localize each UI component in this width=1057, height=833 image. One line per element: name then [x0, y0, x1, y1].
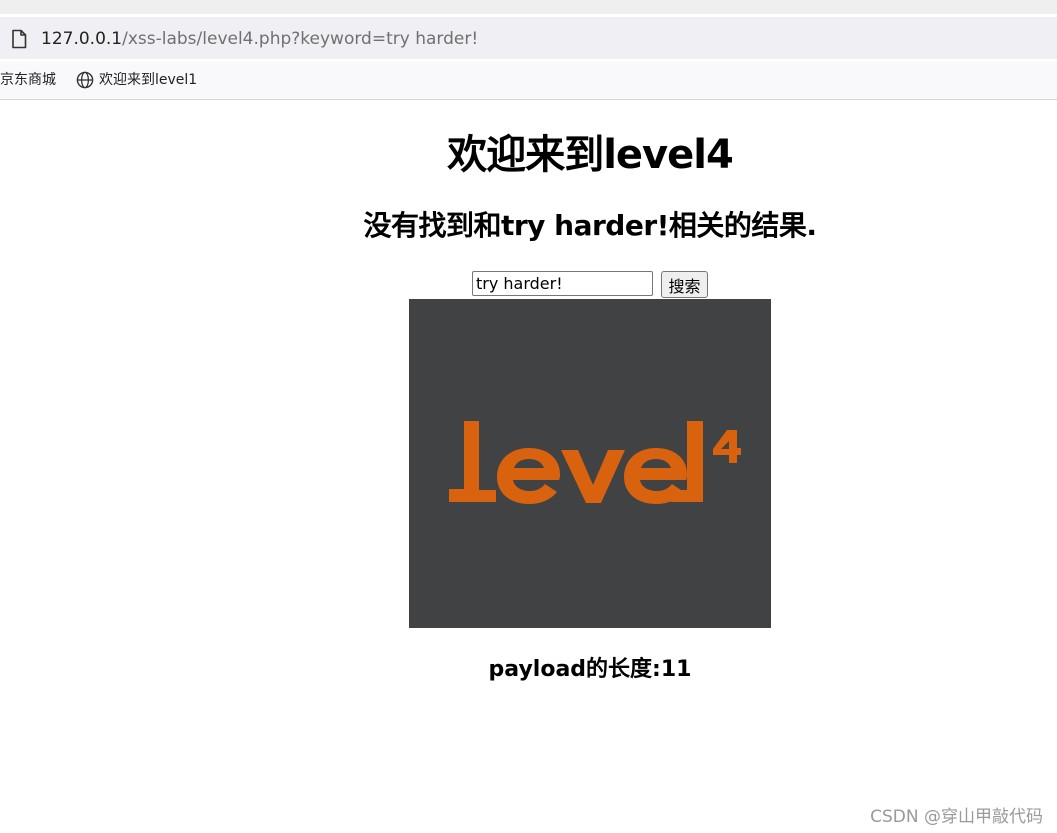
url-path: /xss-labs/level4.php?keyword=try harder!: [122, 29, 479, 49]
browser-top-strip: [0, 0, 1057, 14]
bookmarks-bar: 京东商城 欢迎来到level1: [0, 62, 1057, 100]
page-icon: [12, 29, 27, 49]
url-host: 127.0.0.1: [41, 29, 123, 49]
address-bar[interactable]: 127.0.0.1/xss-labs/level4.php?keyword=tr…: [0, 17, 1057, 59]
page-content: 欢迎来到level4 没有找到和try harder!相关的结果. 搜索 pay…: [0, 100, 1057, 833]
level4-logo: [449, 421, 741, 504]
bookmark-jd[interactable]: 京东商城: [0, 71, 56, 89]
watermark: CSDN @穿山甲敲代码: [870, 807, 1043, 827]
bookmark-level1[interactable]: 欢迎来到level1: [76, 71, 197, 89]
search-input[interactable]: [472, 271, 653, 296]
payload-length: payload的长度:11: [488, 657, 692, 682]
bookmark-label: 欢迎来到level1: [99, 72, 198, 88]
bookmark-label: 京东商城: [0, 72, 56, 88]
url-text[interactable]: 127.0.0.1/xss-labs/level4.php?keyword=tr…: [41, 29, 478, 49]
level-logo-image: [409, 299, 771, 628]
search-button[interactable]: 搜索: [661, 271, 708, 298]
page-title: 欢迎来到level4: [447, 132, 734, 178]
globe-icon: [76, 71, 94, 89]
result-message: 没有找到和try harder!相关的结果.: [363, 209, 817, 242]
